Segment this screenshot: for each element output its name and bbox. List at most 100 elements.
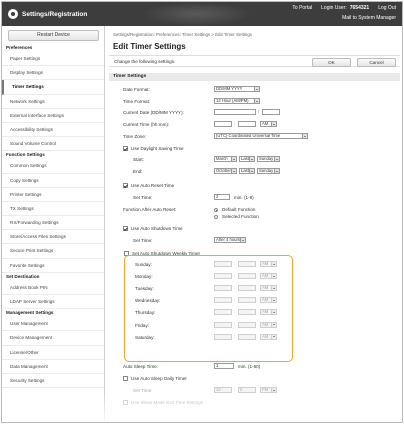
chevron-down-icon (302, 134, 307, 138)
daylight-start-month-select[interactable]: March (214, 156, 237, 162)
time-format-select[interactable]: 12 Hour (AM/PM) (214, 98, 260, 104)
auto-shutdown-set-time-label: Set Time: (133, 238, 153, 243)
sleep-daily-timer-label: Use Auto Sleep Daily Timer (131, 376, 187, 381)
chevron-down-icon (249, 169, 254, 173)
sidebar-item-rx-forwarding-settings[interactable]: RX/Forwarding Settings (2, 216, 104, 231)
current-date-label: Current Date (DD/MM YYYY): (123, 110, 184, 115)
chevron-down-icon (231, 169, 236, 173)
sidebar-item-security-settings[interactable]: Security Settings (2, 374, 104, 389)
sleep-daily-hour-input[interactable]: 12 (214, 387, 232, 393)
daylight-start-label: Start: (133, 157, 144, 162)
breadcrumb: Settings/Registration: Preferences: Time… (113, 32, 252, 37)
cancel-button[interactable]: Cancel (357, 58, 396, 67)
selected-function-radio[interactable] (214, 215, 218, 219)
sleep-daily-ampm-select[interactable]: PM (260, 387, 277, 393)
auto-sleep-unit: min. (1-60) (238, 364, 261, 369)
date-format-select[interactable]: DD/MM YYYY (214, 86, 260, 92)
app-brand: Settings/Registration (8, 9, 87, 19)
chevron-down-icon (254, 87, 259, 91)
sidebar-item-sound-volume-control[interactable]: Sound Volume Control (2, 137, 104, 152)
sidebar-item-display-settings[interactable]: Display Settings (2, 66, 104, 81)
current-time-minute-input[interactable] (238, 121, 256, 127)
sidebar-item-address-book-pin[interactable]: Address Book PIN (2, 281, 104, 295)
login-user-id: 7654321 (349, 5, 370, 11)
daylight-end-month-select[interactable]: October (214, 168, 237, 174)
auto-shutdown-label: Use Auto Shutdown Time (131, 226, 183, 231)
daylight-end-week-select[interactable]: Last (239, 168, 255, 174)
sidebar-item-user-management[interactable]: User Management (2, 317, 104, 332)
sidebar-item-favorite-settings[interactable]: Favorite Settings (2, 259, 104, 273)
restart-device-button[interactable]: Restart Device (8, 30, 99, 41)
auto-sleep-time-input[interactable]: 1 (214, 363, 234, 369)
action-bar: Change the following settings. OK Cancel (109, 55, 400, 67)
sleep-daily-set-time-label: Set Time: (133, 388, 153, 393)
sidebar-item-store-access-files-settings[interactable]: Store/Access Files Settings (2, 230, 104, 245)
sidebar-section-heading: Function Settings (6, 152, 45, 158)
sleep-daily-minute-input[interactable]: 0 (238, 387, 256, 393)
sleep-daily-timer-checkbox[interactable] (123, 376, 128, 381)
chevron-down-icon (274, 157, 279, 161)
logout-link[interactable]: Log Out (378, 5, 396, 11)
sidebar-item-external-interface-settings[interactable]: External Interface Settings (2, 109, 104, 123)
sidebar-section-heading: Set Destination (6, 273, 40, 279)
auto-shutdown-checkbox[interactable] (123, 226, 128, 231)
auto-sleep-label: Auto Sleep Time: (123, 364, 158, 369)
function-after-reset-label: Function After Auto Reset: (123, 207, 177, 212)
daylight-saving-checkbox[interactable] (123, 146, 128, 151)
daylight-end-label: End: (133, 169, 143, 174)
ok-button[interactable]: OK (312, 58, 351, 67)
auto-shutdown-time-select[interactable]: After 4 hours (214, 237, 246, 243)
current-time-hour-input[interactable] (214, 121, 232, 127)
sidebar-item-printer-settings[interactable]: Printer Settings (2, 188, 104, 202)
daylight-start-day-select[interactable]: Sunday (257, 156, 280, 162)
auto-reset-time-input[interactable]: 2 (214, 194, 230, 200)
sidebar-item-network-settings[interactable]: Network Settings (2, 95, 104, 109)
current-date-day-month-input[interactable] (214, 109, 256, 115)
to-portal-link[interactable]: To Portal (292, 5, 312, 11)
top-bar: Settings/Registration To Portal Login Us… (2, 2, 402, 26)
auto-reset-label: Use Auto Reset Time (131, 183, 175, 188)
daylight-saving-label: Use Daylight Saving Time (131, 146, 184, 151)
page-description: Change the following settings. (114, 59, 176, 64)
sidebar-section-heading: Management Settings (6, 310, 54, 316)
chevron-down-icon (274, 169, 279, 173)
time-format-label: Time Format: (123, 99, 151, 104)
current-time-label: Current Time (hh:mm): (123, 122, 170, 127)
chevron-down-icon (271, 122, 276, 126)
chevron-down-icon (271, 388, 276, 392)
weekly-timer-highlight (124, 255, 293, 362)
auto-reset-set-time-label: Set Time: (133, 195, 153, 200)
current-time-ampm-select[interactable]: AM (260, 121, 277, 127)
auto-reset-unit: min. (1-9) (234, 195, 254, 200)
sidebar-item-data-management[interactable]: Data Management (2, 360, 104, 374)
sidebar-item-secure-print-settings[interactable]: Secure Print Settings (2, 244, 104, 259)
chevron-down-icon (254, 99, 259, 103)
sidebar-item-license-other[interactable]: License/Other (2, 346, 104, 360)
settings-page: Settings/Registration To Portal Login Us… (1, 1, 403, 423)
sidebar-item-common-settings[interactable]: Common Settings (2, 159, 104, 174)
sleep-mode-exit-checkbox[interactable] (123, 400, 128, 405)
main-content: Settings/Registration: Preferences: Time… (109, 26, 400, 422)
sleep-mode-exit-label: Use Sleep Mode Exit Time Settings (131, 400, 204, 405)
mail-to-system-manager-link[interactable]: Mail to System Manager (342, 15, 396, 21)
auto-reset-checkbox[interactable] (123, 183, 128, 188)
chevron-down-icon (249, 157, 254, 161)
sidebar-nav: Preferences Paper Settings Display Setting… (2, 44, 104, 389)
page-title: Edit Timer Settings (113, 42, 186, 51)
daylight-start-week-select[interactable]: Last (239, 156, 255, 162)
sidebar: Restart Device Preferences Paper Settings… (2, 26, 105, 422)
sidebar-item-timer-settings[interactable]: Timer Settings (2, 80, 104, 95)
sidebar-item-paper-settings[interactable]: Paper Settings (2, 52, 104, 67)
default-function-radio[interactable] (214, 208, 218, 212)
sidebar-item-copy-settings[interactable]: Copy Settings (2, 174, 104, 188)
sidebar-item-tx-settings[interactable]: TX Settings (2, 202, 104, 217)
sidebar-item-ldap-server-settings[interactable]: LDAP Server Settings (2, 295, 104, 310)
sidebar-item-accessibility-settings[interactable]: Accessibility Settings (2, 123, 104, 138)
app-title: Settings/Registration (22, 10, 88, 18)
sidebar-item-device-management[interactable]: Device Management (2, 331, 104, 346)
current-date-year-input[interactable] (262, 109, 280, 115)
section-title: Timer Settings (109, 73, 400, 81)
daylight-end-day-select[interactable]: Sunday (257, 168, 280, 174)
date-format-label: Date Format: (123, 87, 150, 92)
time-zone-select[interactable]: (UTC) Coordinated Universal Time (214, 133, 308, 139)
